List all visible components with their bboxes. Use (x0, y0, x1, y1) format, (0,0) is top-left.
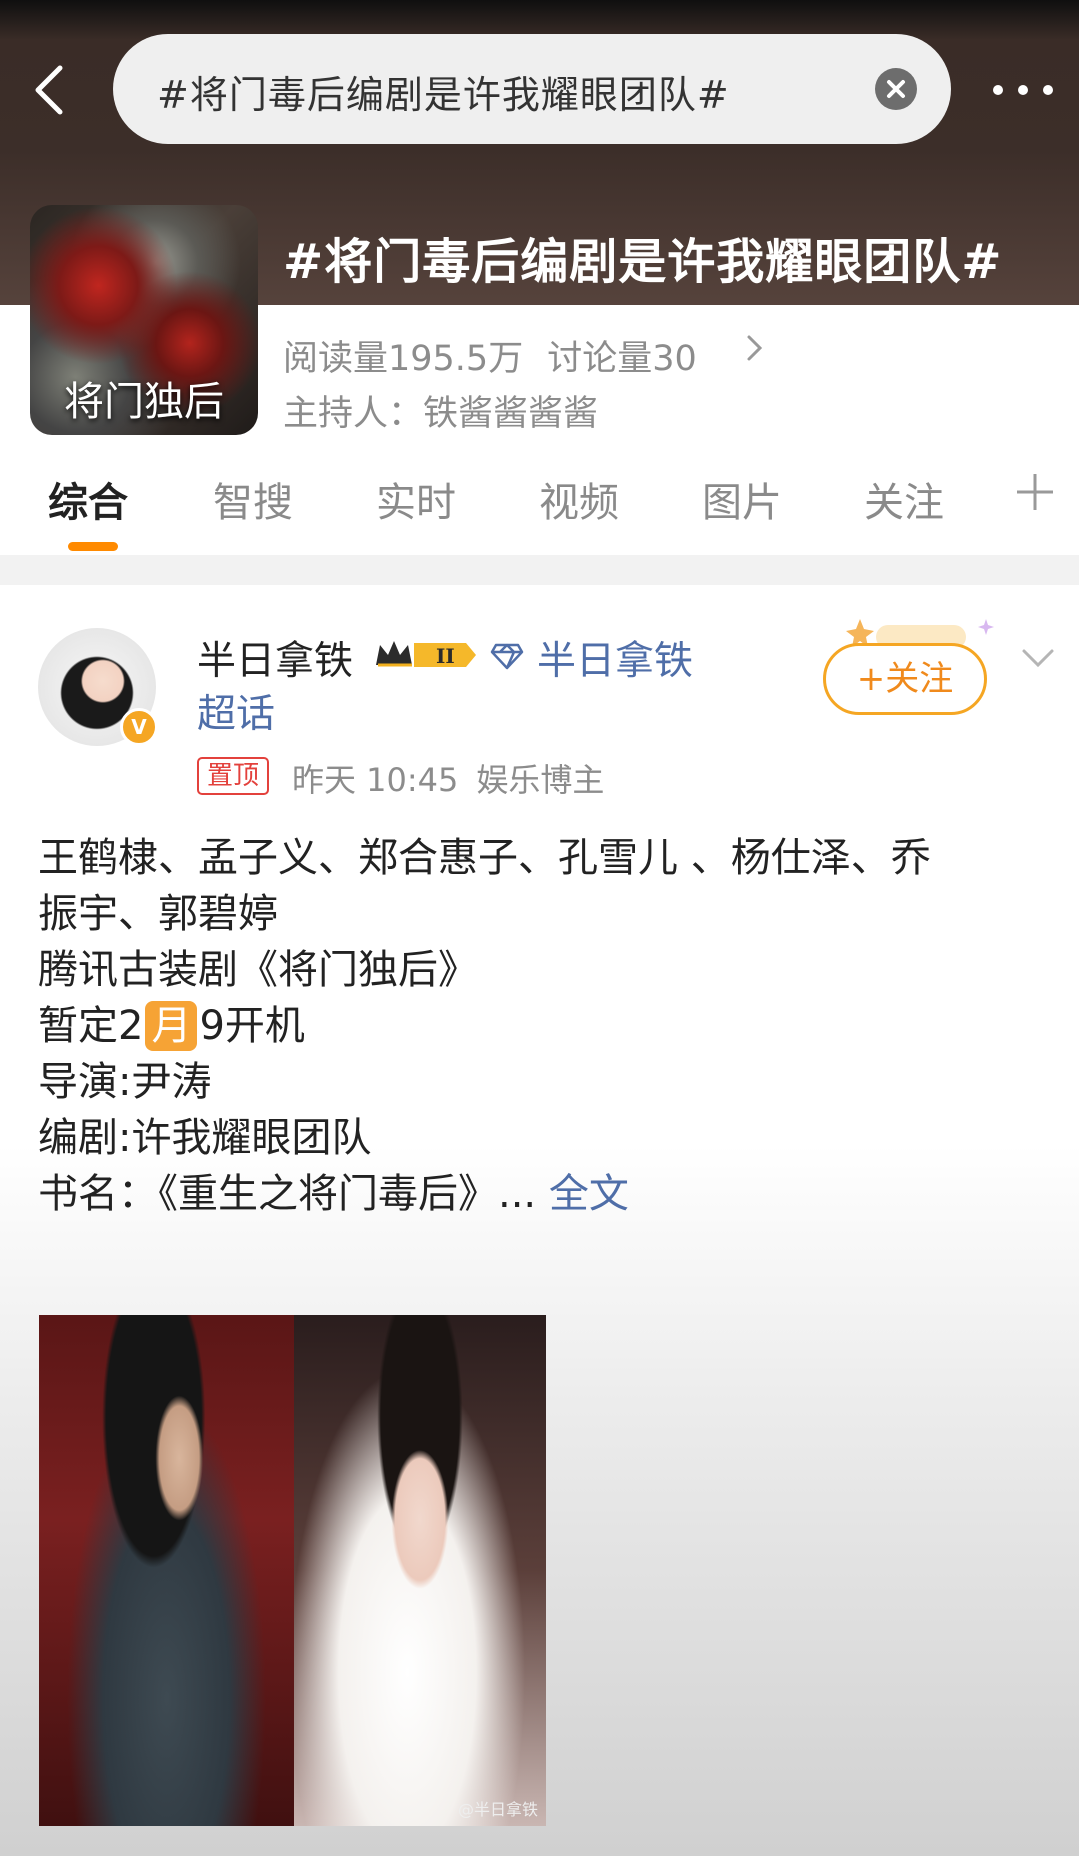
tab-smart-search[interactable]: 智搜 (213, 470, 293, 528)
section-divider (0, 555, 1079, 585)
post-line-director: 导演:尹涛 (38, 1059, 212, 1105)
post-body[interactable]: 王鹤棣、孟子义、郑合惠子、孔雪儿 、杨仕泽、乔 振宇、郭碧婷 腾讯古装剧《将门独… (38, 830, 1048, 1222)
topic-cover-image[interactable]: 将门独后 (30, 205, 258, 435)
more-icon[interactable] (988, 70, 1058, 110)
topic-host[interactable]: 主持人：铁酱酱酱酱 (283, 385, 598, 436)
superchat-link-suffix[interactable]: 超话 (197, 683, 275, 739)
svg-text:II: II (436, 644, 455, 668)
post-time: 昨天 10:45 (292, 761, 459, 799)
post-image-left (39, 1315, 294, 1826)
post-line-writer: 编剧:许我耀眼团队 (38, 1115, 372, 1161)
post-image-right (294, 1315, 546, 1826)
post-image[interactable]: @半日拿铁 (39, 1315, 546, 1826)
back-icon[interactable] (30, 60, 70, 120)
post-line: 腾讯古装剧《将门独后》 (38, 947, 478, 993)
active-tab-indicator (68, 542, 118, 551)
superchat-diamond-icon (490, 643, 524, 670)
post-line-schedule: 暂定2 月 9开机 (38, 1001, 305, 1051)
month-emoji: 月 (145, 1001, 198, 1051)
search-query[interactable]: #将门毒后编剧是许我耀眼团队# (157, 64, 730, 119)
follow-button[interactable]: +关注 (823, 643, 987, 715)
read-count: 阅读量195.5万 (283, 339, 524, 379)
vip-crown-icon[interactable]: II (372, 635, 480, 675)
verified-badge-icon: V (120, 708, 158, 746)
image-watermark: @半日拿铁 (457, 1800, 538, 1819)
tab-following[interactable]: 关注 (864, 470, 944, 528)
pinned-badge: 置顶 (197, 757, 270, 795)
clear-icon[interactable] (875, 68, 917, 110)
full-text-link[interactable]: 全文 (549, 1171, 629, 1217)
chevron-down-icon[interactable] (1020, 647, 1056, 671)
post-card: V 半日拿铁 II 半日拿铁 超话 置顶 昨天 10:45 娱乐博主 +关注 王鹤… (0, 585, 1079, 1856)
tab-bar: 综合 智搜 实时 视频 图片 关注 (0, 470, 1079, 551)
tab-comprehensive[interactable]: 综合 (48, 470, 128, 528)
add-tab-icon[interactable] (1015, 472, 1055, 512)
chevron-right-icon[interactable] (745, 333, 765, 363)
discussion-count: 讨论量30 (547, 339, 697, 379)
tab-video[interactable]: 视频 (539, 470, 619, 528)
topic-stats[interactable]: 阅读量195.5万 讨论量30 (283, 330, 721, 381)
superchat-link[interactable]: 半日拿铁 (537, 630, 693, 686)
cover-title: 将门独后 (64, 379, 224, 425)
user-tag: 娱乐博主 (476, 761, 605, 799)
post-line: 王鹤棣、孟子义、郑合惠子、孔雪儿 、杨仕泽、乔 (38, 835, 931, 881)
tab-realtime[interactable]: 实时 (376, 470, 456, 528)
post-line: 振宇、郭碧婷 (38, 891, 278, 937)
search-bar[interactable]: #将门毒后编剧是许我耀眼团队# (113, 34, 951, 144)
post-line-book: 书名：《重生之将门毒后》... 全文 (38, 1171, 629, 1217)
post-meta: 昨天 10:45 娱乐博主 (292, 755, 622, 801)
post-username[interactable]: 半日拿铁 (197, 630, 353, 686)
topic-title: #将门毒后编剧是许我耀眼团队# (283, 234, 1003, 290)
tab-images[interactable]: 图片 (702, 470, 782, 528)
